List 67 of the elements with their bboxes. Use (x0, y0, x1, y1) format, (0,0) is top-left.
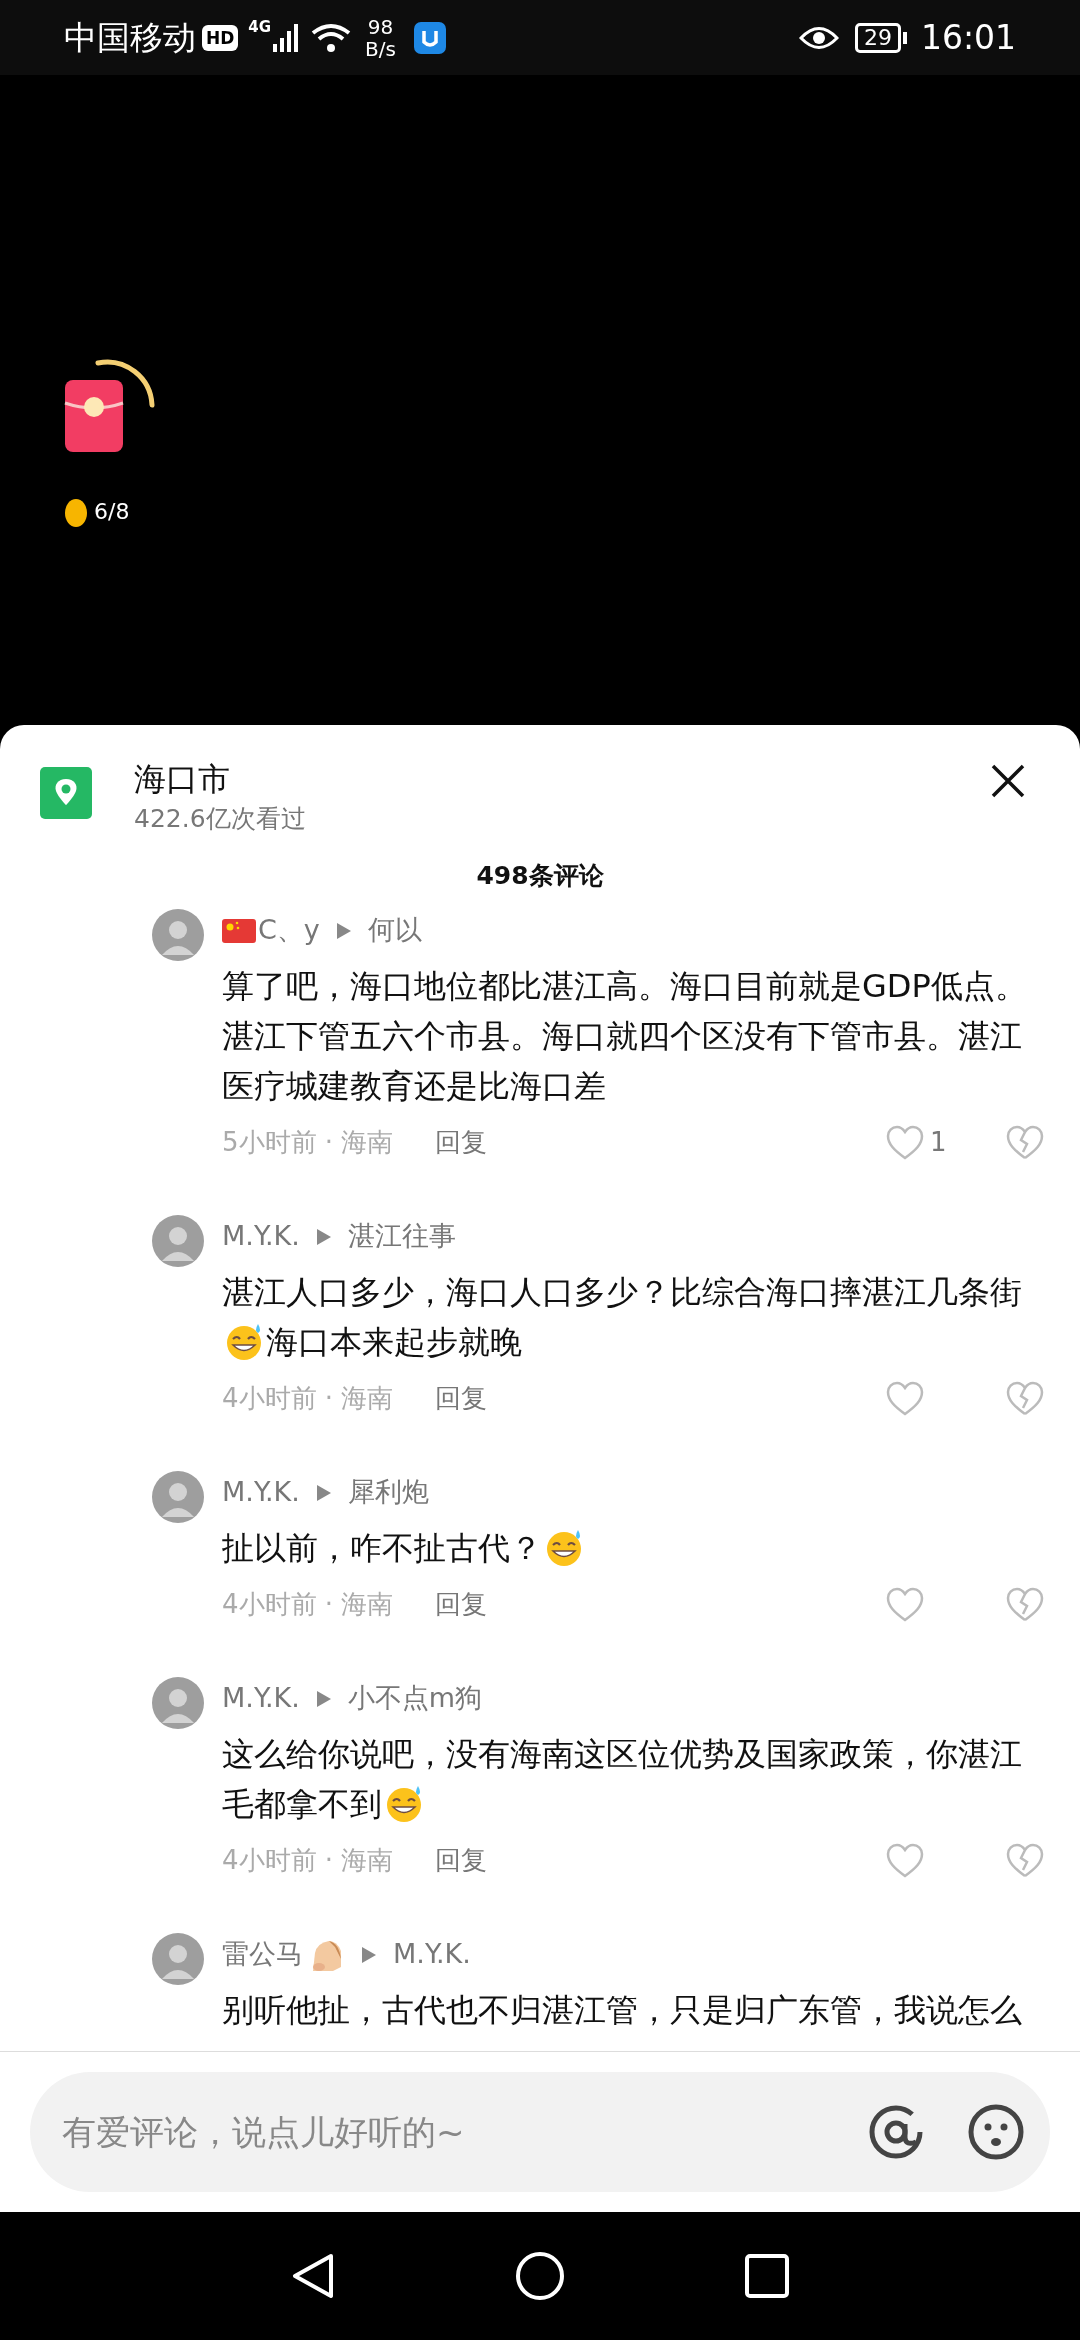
like-count: 1 (930, 1126, 947, 1159)
hd-badge: HD (202, 24, 239, 51)
comment-meta: 4小时前 · 海南 (222, 1844, 394, 1877)
user-name[interactable]: C、y (258, 910, 320, 951)
user-name[interactable]: 雷公马 (222, 1934, 303, 1975)
reward-count: 6/8 (94, 498, 130, 526)
heart-icon[interactable] (886, 1587, 924, 1622)
view-count: 422.6亿次看过 (134, 803, 306, 835)
triangle-icon (335, 921, 352, 940)
reply-link[interactable]: 回复 (435, 1585, 488, 1624)
triangle-icon (361, 1945, 377, 1964)
comment-meta: 5小时前 · 海南 (222, 1126, 394, 1159)
reply-target-name[interactable]: 何以 (367, 910, 422, 951)
recents-icon[interactable] (745, 2254, 789, 2298)
avatar (152, 1470, 204, 1523)
reply-link[interactable]: 回复 (435, 1123, 488, 1162)
signal-icon (273, 23, 300, 52)
user-name[interactable]: M.Y.K. (222, 1678, 300, 1719)
home-icon[interactable] (515, 2251, 565, 2301)
comment-count: 498条评论 (476, 860, 604, 892)
reply-target-name[interactable]: M.Y.K. (393, 1934, 471, 1975)
comment-text: 算了吧，海口地位都比湛江高。海口目前就是GDP低点。湛江下管五六个市县。海口就四个区没有下管市县。湛江医疗城建教育还是比海口差 (222, 966, 1027, 1105)
eye-icon (798, 24, 839, 51)
user-name[interactable]: M.Y.K. (222, 1216, 300, 1257)
reply-link[interactable]: 回复 (435, 1379, 488, 1418)
comment-text: 这么给你说吧，没有海南这区位优势及国家政策，你湛江 (222, 1733, 1022, 1775)
broken-heart-icon[interactable] (1006, 1843, 1044, 1878)
comment-text: 湛江人口多少，海口人口多少？比综合海口摔湛江几条街 (222, 1271, 1022, 1313)
flag-icon (222, 918, 256, 943)
avatar (152, 1932, 204, 1985)
triangle-icon (315, 1227, 332, 1246)
reply-target-name[interactable]: 犀利炮 (347, 1472, 429, 1513)
network-type: 4G (248, 17, 272, 38)
broken-heart-icon[interactable] (1006, 1587, 1044, 1622)
app-notification-icon (414, 21, 446, 54)
comment-input-bar[interactable]: 有爱评论，说点儿好听的~ (30, 2072, 1050, 2192)
speed-value: 98 (367, 15, 394, 38)
comment-meta: 4小时前 · 海南 (222, 1588, 394, 1621)
triangle-icon (315, 1483, 332, 1502)
avatar (152, 908, 204, 961)
avatar (152, 1214, 204, 1267)
location-title: 海口市 (134, 759, 231, 800)
heart-icon[interactable] (886, 1843, 924, 1878)
broken-heart-icon[interactable] (1006, 1125, 1044, 1160)
user-name[interactable]: M.Y.K. (222, 1472, 300, 1513)
heart-icon[interactable] (886, 1381, 924, 1416)
emoji-icon[interactable] (966, 2102, 1026, 2162)
egg-icon (64, 496, 88, 527)
heart-icon[interactable] (886, 1125, 924, 1160)
location-pin-icon (40, 767, 92, 819)
battery-indicator: 29 (854, 22, 907, 53)
clock-time: 16:01 (920, 16, 1016, 59)
carrier-name: 中国移动 (64, 16, 196, 59)
reply-target-name[interactable]: 小不点m狗 (347, 1678, 483, 1719)
reply-target-name[interactable]: 湛江往事 (347, 1216, 456, 1257)
comment-meta: 4小时前 · 海南 (222, 1382, 394, 1415)
avatar (152, 1676, 204, 1729)
triangle-icon (315, 1689, 332, 1708)
back-icon[interactable] (291, 2252, 335, 2300)
wifi-icon (311, 22, 352, 53)
comment-text: 海口本来起步就晚 (266, 1321, 522, 1363)
reply-link[interactable]: 回复 (435, 1841, 488, 1880)
comment-text: 扯以前，咋不扯古代？ (222, 1527, 542, 1569)
comment-text: 别听他扯，古代也不归湛江管，只是归广东管，我说怎么 (222, 1990, 1022, 2029)
comment-text: 毛都拿不到 (222, 1783, 382, 1825)
broken-heart-icon[interactable] (1006, 1381, 1044, 1416)
speed-unit: B/s (365, 37, 396, 60)
